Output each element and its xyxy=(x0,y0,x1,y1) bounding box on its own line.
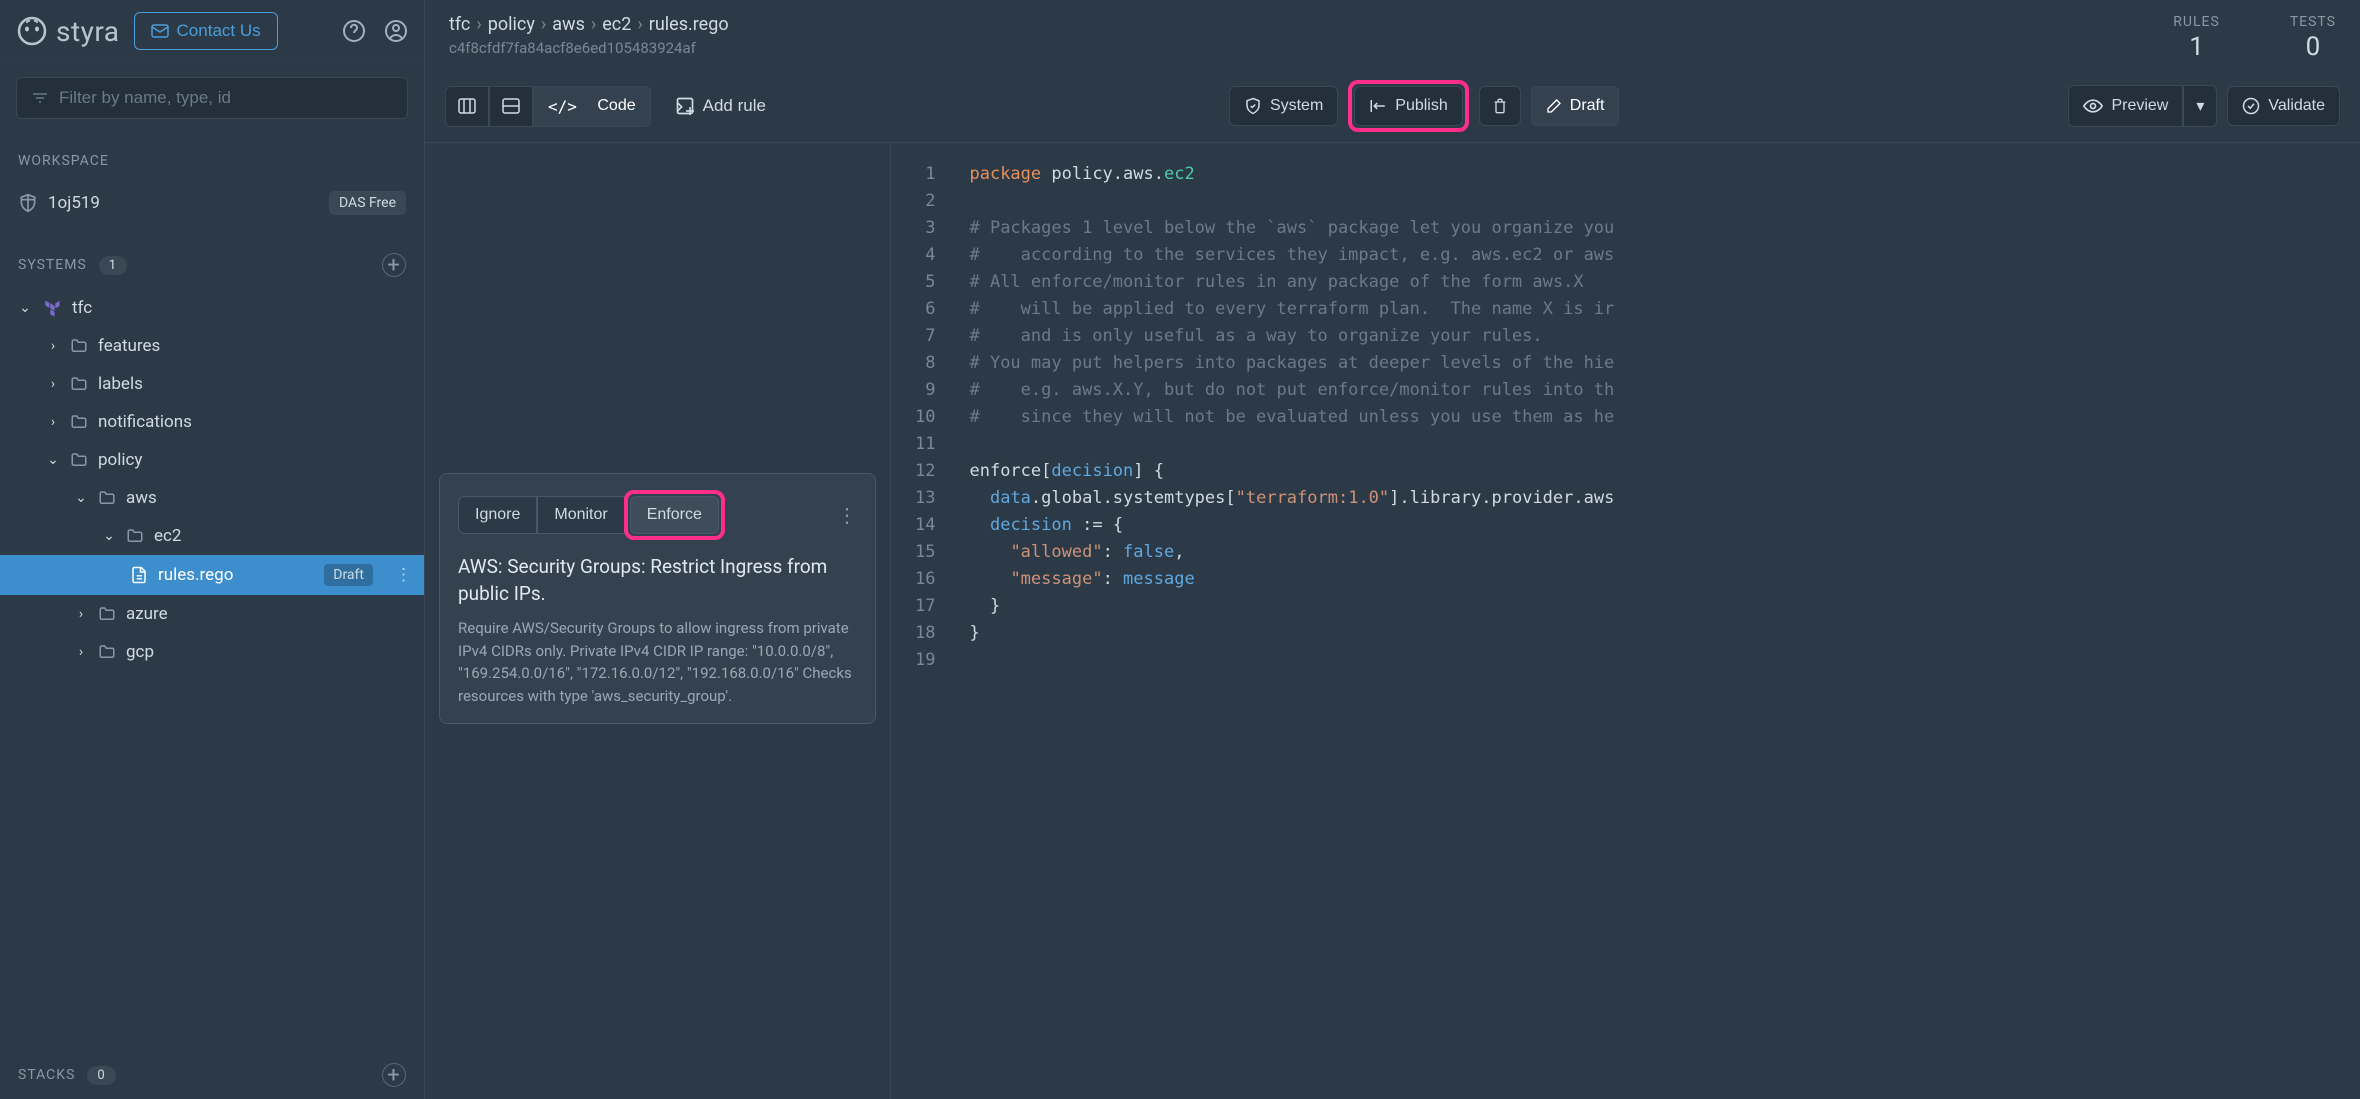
publish-icon xyxy=(1369,97,1387,115)
view-columns-button[interactable] xyxy=(445,86,489,127)
shield-icon xyxy=(18,193,38,213)
folder-icon xyxy=(70,337,88,355)
tree-policy[interactable]: ⌄ policy xyxy=(0,441,424,479)
user-icon[interactable] xyxy=(384,19,408,43)
draft-button[interactable]: Draft xyxy=(1531,86,1620,126)
rule-panel: Ignore Monitor Enforce ⋮ AWS: Security G… xyxy=(425,143,890,1099)
folder-icon xyxy=(98,605,116,623)
chevron-down-icon: ⌄ xyxy=(74,490,88,506)
rule-mode-ignore[interactable]: Ignore xyxy=(458,496,537,534)
tree-rules-rego[interactable]: rules.rego Draft ⋮ xyxy=(0,555,424,595)
folder-icon xyxy=(98,643,116,661)
delete-button[interactable] xyxy=(1479,86,1521,126)
rows-icon xyxy=(502,98,520,114)
code-content[interactable]: package policy.aws.ec2 # Packages 1 leve… xyxy=(949,143,2360,1099)
view-code-button[interactable]: </> Code xyxy=(533,86,651,127)
trash-icon xyxy=(1492,97,1508,115)
tree-ec2[interactable]: ⌄ ec2 xyxy=(0,517,424,555)
rule-title: AWS: Security Groups: Restrict Ingress f… xyxy=(458,554,857,607)
folder-icon xyxy=(70,451,88,469)
tree-gcp[interactable]: › gcp xyxy=(0,633,424,671)
add-system-button[interactable]: + xyxy=(382,253,406,277)
chevron-right-icon: › xyxy=(46,338,60,354)
plan-badge: DAS Free xyxy=(329,191,406,215)
tree-azure[interactable]: › azure xyxy=(0,595,424,633)
mail-icon xyxy=(151,24,169,38)
systems-label: SYSTEMS 1 + xyxy=(0,241,424,289)
contact-us-button[interactable]: Contact Us xyxy=(134,12,278,50)
logo-icon xyxy=(16,15,48,47)
systems-count: 1 xyxy=(99,256,127,275)
filter-icon xyxy=(31,91,49,105)
add-stack-button[interactable]: + xyxy=(382,1063,406,1087)
enforce-highlight: Enforce xyxy=(624,490,725,540)
check-circle-icon xyxy=(2242,97,2260,115)
workspace-item[interactable]: 1oj519 DAS Free xyxy=(0,181,424,225)
item-more-button[interactable]: ⋮ xyxy=(383,565,424,585)
folder-icon xyxy=(70,375,88,393)
eye-icon xyxy=(2083,99,2103,113)
preview-button[interactable]: Preview xyxy=(2068,85,2183,127)
preview-dropdown-button[interactable]: ▾ xyxy=(2183,85,2217,127)
draft-badge: Draft xyxy=(324,564,373,586)
stat-tests: TESTS 0 xyxy=(2290,14,2336,62)
system-tfc[interactable]: ⌄ tfc xyxy=(0,289,424,327)
shield-check-icon xyxy=(1244,97,1262,115)
sidebar-header: styra Contact Us xyxy=(0,0,424,63)
line-gutter: 12345678910111213141516171819 xyxy=(891,143,949,1099)
add-rule-icon xyxy=(675,96,695,116)
tree-labels[interactable]: › labels xyxy=(0,365,424,403)
rule-mode-enforce[interactable]: Enforce xyxy=(630,496,719,534)
breadcrumb: tfc›policy›aws›ec2›rules.rego xyxy=(449,14,729,35)
chevron-down-icon: ⌄ xyxy=(18,300,32,316)
help-icon[interactable] xyxy=(342,19,366,43)
tree-notifications[interactable]: › notifications xyxy=(0,403,424,441)
add-rule-button[interactable]: Add rule xyxy=(661,86,780,126)
brand-text: styra xyxy=(56,15,120,48)
chevron-down-icon: ⌄ xyxy=(46,452,60,468)
toolbar: </> Code Add rule System Publish xyxy=(425,70,2360,143)
logo: styra xyxy=(16,15,120,48)
main: tfc›policy›aws›ec2›rules.rego c4f8cfdf7f… xyxy=(425,0,2360,1099)
folder-icon xyxy=(126,527,144,545)
pencil-icon xyxy=(1546,98,1562,114)
columns-icon xyxy=(458,98,476,114)
chevron-down-icon: ▾ xyxy=(2196,96,2204,116)
sidebar: styra Contact Us WORKSPACE 1oj519 DAS xyxy=(0,0,425,1099)
folder-icon xyxy=(98,489,116,507)
commit-hash: c4f8cfdf7fa84acf8e6ed105483924af xyxy=(449,39,729,57)
validate-button[interactable]: Validate xyxy=(2227,86,2340,126)
search-input[interactable] xyxy=(59,88,393,108)
rule-description: Require AWS/Security Groups to allow ing… xyxy=(458,617,857,707)
folder-icon xyxy=(70,413,88,431)
stacks-label: STACKS 0 + xyxy=(0,1051,424,1099)
stat-rules: RULES 1 xyxy=(2173,14,2220,62)
chevron-right-icon: › xyxy=(46,376,60,392)
workspace-label: WORKSPACE xyxy=(0,141,424,181)
file-icon xyxy=(130,566,148,584)
search-box[interactable] xyxy=(16,77,408,119)
rule-mode-monitor[interactable]: Monitor xyxy=(537,496,624,534)
code-editor[interactable]: 12345678910111213141516171819 package po… xyxy=(890,143,2360,1099)
chevron-right-icon: › xyxy=(74,606,88,622)
rule-card: Ignore Monitor Enforce ⋮ AWS: Security G… xyxy=(439,473,876,724)
publish-button[interactable]: Publish xyxy=(1354,86,1462,126)
view-rows-button[interactable] xyxy=(489,86,533,127)
tree-features[interactable]: › features xyxy=(0,327,424,365)
card-more-button[interactable]: ⋮ xyxy=(837,503,857,527)
chevron-right-icon: › xyxy=(46,414,60,430)
chevron-right-icon: › xyxy=(74,644,88,660)
tree-aws[interactable]: ⌄ aws xyxy=(0,479,424,517)
publish-highlight: Publish xyxy=(1348,80,1468,132)
chevron-down-icon: ⌄ xyxy=(102,528,116,544)
stacks-count: 0 xyxy=(87,1066,115,1085)
terraform-icon xyxy=(42,298,62,318)
system-button[interactable]: System xyxy=(1229,86,1338,126)
